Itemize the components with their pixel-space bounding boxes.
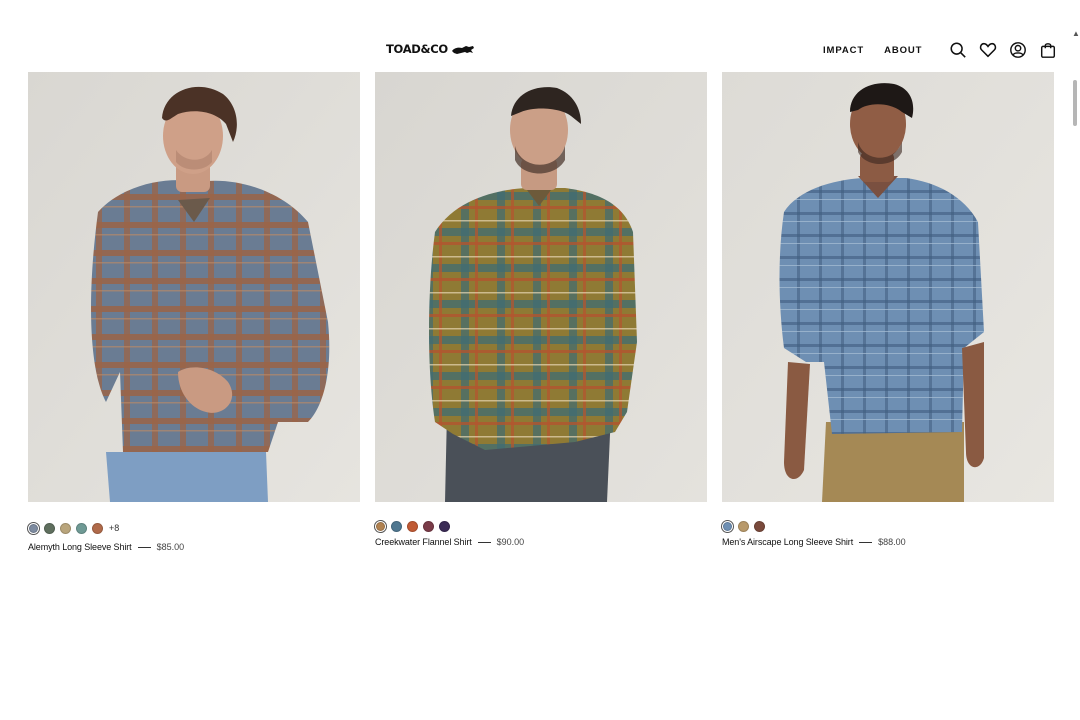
color-swatch[interactable] bbox=[391, 520, 402, 532]
account-icon[interactable] bbox=[1008, 40, 1028, 60]
product-name[interactable]: Men's Airscape Long Sleeve Shirt bbox=[722, 537, 853, 547]
product-card[interactable]: Men's Airscape Long Sleeve Shirt $88.00 bbox=[722, 72, 1054, 547]
color-swatch[interactable] bbox=[754, 520, 765, 532]
color-swatches bbox=[375, 519, 707, 533]
product-price: $88.00 bbox=[878, 537, 906, 547]
product-card[interactable]: +8 Alemyth Long Sleeve Shirt $85.00 bbox=[28, 72, 360, 552]
scrollbar-thumb[interactable] bbox=[1073, 80, 1077, 126]
product-price: $90.00 bbox=[496, 537, 525, 547]
product-card[interactable]: Creekwater Flannel Shirt $90.00 bbox=[375, 72, 707, 547]
product-image[interactable] bbox=[722, 72, 1054, 502]
color-swatch[interactable] bbox=[92, 522, 103, 534]
color-swatch[interactable] bbox=[29, 523, 38, 533]
brand-logo[interactable]: TOAD&CO bbox=[386, 42, 475, 56]
color-swatch[interactable] bbox=[60, 522, 71, 534]
header-icons bbox=[948, 40, 1058, 60]
color-swatches: +8 bbox=[28, 521, 360, 535]
product-photo-graphic bbox=[375, 72, 707, 502]
heart-icon[interactable] bbox=[978, 40, 998, 60]
product-info: Creekwater Flannel Shirt $90.00 bbox=[375, 537, 707, 547]
nav-link-impact[interactable]: IMPACT bbox=[823, 45, 864, 56]
page-scrollbar[interactable]: ▲ bbox=[1070, 30, 1080, 720]
more-colors-count[interactable]: +8 bbox=[109, 523, 119, 533]
toad-icon bbox=[451, 46, 474, 54]
divider bbox=[477, 541, 491, 543]
product-image[interactable] bbox=[28, 72, 360, 502]
color-swatch[interactable] bbox=[423, 520, 434, 532]
divider bbox=[137, 546, 151, 548]
product-photo-graphic bbox=[28, 72, 360, 502]
color-swatch[interactable] bbox=[738, 520, 749, 532]
product-price: $85.00 bbox=[156, 542, 185, 552]
color-swatch[interactable] bbox=[407, 520, 418, 532]
brand-logo-text: TOAD&CO bbox=[386, 42, 448, 56]
product-photo-graphic bbox=[722, 72, 1054, 502]
color-swatch[interactable] bbox=[439, 520, 450, 532]
product-info: Men's Airscape Long Sleeve Shirt $88.00 bbox=[722, 537, 1054, 547]
color-swatch[interactable] bbox=[376, 521, 385, 531]
product-info: Alemyth Long Sleeve Shirt $85.00 bbox=[28, 542, 360, 552]
bag-icon[interactable] bbox=[1038, 40, 1058, 60]
search-icon[interactable] bbox=[948, 40, 968, 60]
site-header: TOAD&CO IMPACT ABOUT bbox=[0, 0, 1080, 72]
color-swatch[interactable] bbox=[44, 522, 55, 534]
divider bbox=[859, 541, 873, 543]
product-name[interactable]: Alemyth Long Sleeve Shirt bbox=[28, 542, 132, 552]
color-swatch[interactable] bbox=[76, 522, 87, 534]
nav-link-about[interactable]: ABOUT bbox=[884, 45, 922, 56]
color-swatches bbox=[722, 519, 1054, 533]
product-name[interactable]: Creekwater Flannel Shirt bbox=[375, 537, 472, 547]
product-image[interactable] bbox=[375, 72, 707, 502]
main-nav: IMPACT ABOUT bbox=[823, 45, 922, 56]
scroll-up-arrow-icon[interactable]: ▲ bbox=[1072, 30, 1080, 38]
color-swatch[interactable] bbox=[723, 521, 732, 531]
